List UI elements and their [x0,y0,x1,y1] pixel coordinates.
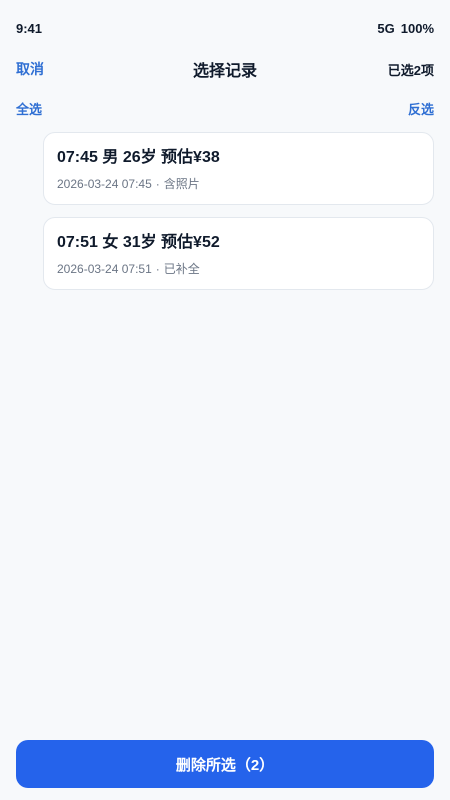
record-title: 07:45 男 26岁 预估¥38 [57,149,220,166]
nav-bar: 取消 选择记录 已选2项 [0,56,450,82]
screen: 9:41 5G 100% 取消 选择记录 已选2项 全选 反选 07:45 男 … [0,0,450,800]
record-card[interactable]: 07:45 男 26岁 预估¥38 2026-03-24 07:45 · 含照片 [43,132,434,205]
page-title: 选择记录 [192,63,257,80]
record-datetime: 2026-03-24 07:45 [57,177,152,191]
selection-controls: 全选 反选 [0,96,450,120]
status-bar: 9:41 5G 100% [0,0,450,56]
selected-count: 已选2项 [387,62,434,78]
status-indicators: 5G 100% [377,21,434,36]
status-time: 9:41 [16,20,43,36]
cancel-button[interactable]: 取消 [16,59,44,79]
record-meta: 2026-03-24 07:45 · 含照片 [57,176,420,192]
invert-selection-button[interactable]: 反选 [408,99,434,118]
record-list: 07:45 男 26岁 预估¥38 2026-03-24 07:45 · 含照片… [43,132,434,302]
network-indicator: 5G [377,20,395,36]
record-tag: 含照片 [163,177,200,191]
record-meta: 2026-03-24 07:51 · 已补全 [57,261,420,277]
meta-separator: · [155,177,160,191]
record-datetime: 2026-03-24 07:51 [57,262,152,276]
battery-indicator: 100% [400,20,434,36]
meta-separator: · [155,262,160,276]
delete-selected-button[interactable]: 删除所选（2） [16,740,434,788]
record-tag: 已补全 [163,262,200,276]
record-card[interactable]: 07:51 女 31岁 预估¥52 2026-03-24 07:51 · 已补全 [43,217,434,290]
record-title: 07:51 女 31岁 预估¥52 [57,234,220,251]
select-all-button[interactable]: 全选 [16,99,42,118]
